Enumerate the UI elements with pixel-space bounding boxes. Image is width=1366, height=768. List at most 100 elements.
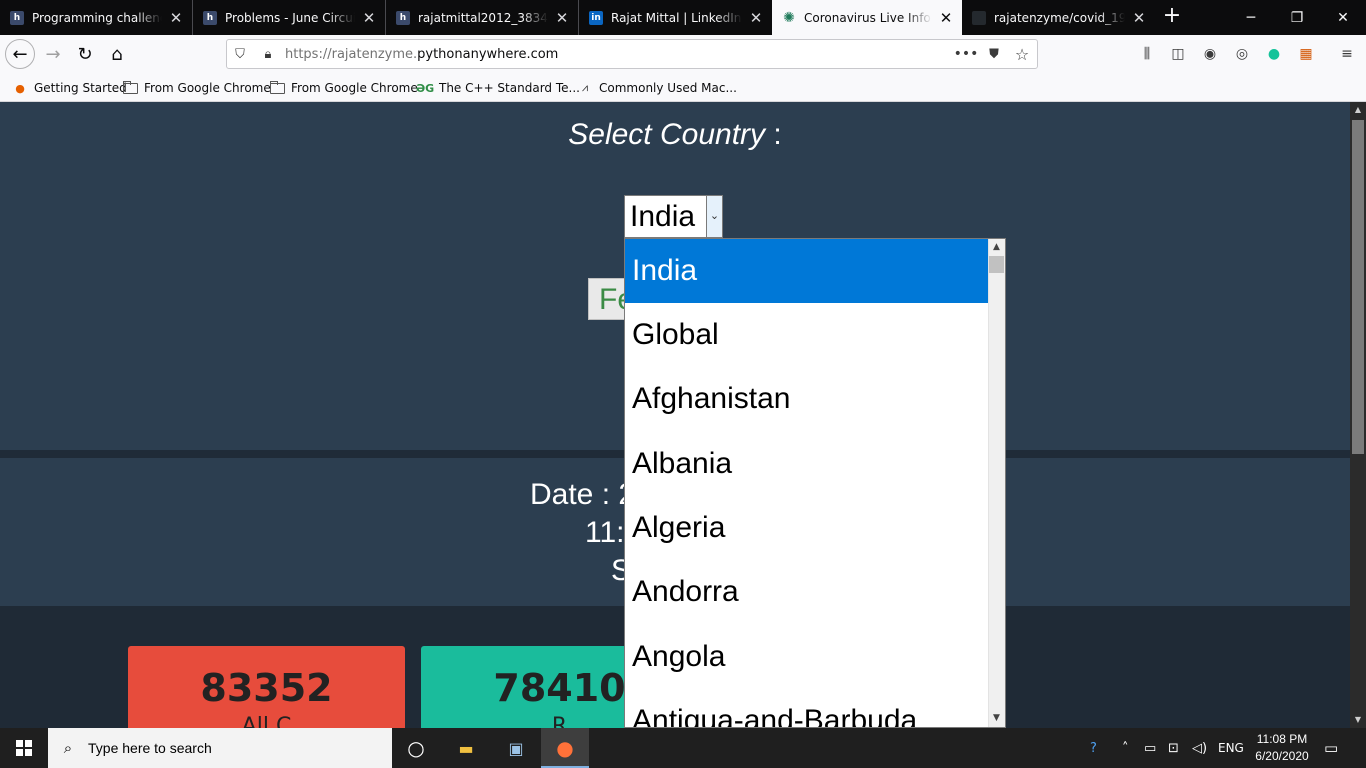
option-antigua-and-barbuda[interactable]: Antigua-and-Barbuda [625, 689, 989, 727]
battery-icon[interactable]: ▭ [1144, 739, 1156, 757]
tab-june-circuits[interactable]: h Problems - June Circuits ✕ [193, 0, 386, 35]
new-tab-button[interactable]: + [1160, 5, 1184, 29]
navigation-toolbar: ← → ↻ ⌂ ⛉ 🔒︎ https://rajatenzyme.pythona… [0, 35, 1366, 73]
sidebar-icon[interactable]: ◫ [1168, 44, 1188, 64]
dropdown-scrollbar[interactable]: ▲ ▼ [988, 239, 1005, 727]
close-icon[interactable]: ✕ [554, 9, 570, 27]
volume-icon[interactable]: ◁) [1192, 739, 1207, 757]
grammarly-icon[interactable]: ● [1264, 44, 1284, 64]
folder-icon [270, 80, 285, 94]
close-icon[interactable]: ✕ [938, 9, 954, 27]
bookmark-commonly-used[interactable]: ⩘ Commonly Used Mac... [577, 79, 737, 97]
taskbar-search[interactable]: ⌕ Type here to search [48, 728, 392, 768]
bookmark-label: Getting Started [34, 81, 127, 95]
option-india[interactable]: India [625, 239, 989, 303]
forward-button[interactable]: → [38, 39, 68, 69]
scroll-down-icon[interactable]: ▼ [988, 710, 1005, 727]
hackerearth-icon: h [10, 10, 24, 25]
time-text: 11: [585, 516, 625, 549]
bookmark-getting-started[interactable]: ● Getting Started [12, 79, 127, 97]
chevron-up-icon[interactable]: ˄ [1122, 739, 1129, 757]
extension-icon[interactable]: ◎ [1232, 44, 1252, 64]
date-text: Date : 2 [530, 478, 636, 511]
windows-logo-icon [16, 740, 32, 756]
url-bar[interactable]: ⛉ 🔒︎ https://rajatenzyme.pythonanywhere.… [226, 39, 1038, 69]
select-country-heading: Select Country : [0, 118, 1350, 152]
file-explorer-icon[interactable]: ▬ [442, 728, 490, 768]
restore-button[interactable]: ❐ [1274, 0, 1320, 35]
home-button[interactable]: ⌂ [102, 39, 132, 69]
remote-desktop-icon[interactable]: ▣ [492, 728, 540, 768]
back-button[interactable]: ← [5, 39, 35, 69]
bookmark-label: Commonly Used Mac... [599, 81, 737, 95]
page-scrollbar[interactable]: ▲ ▼ [1350, 102, 1366, 728]
url-domain: pythonanywhere.com [417, 47, 559, 62]
language-indicator[interactable]: ENG [1218, 739, 1244, 757]
tab-title: Programming challenges [32, 10, 162, 25]
bookmark-folder-chrome-1[interactable]: From Google Chrome [123, 79, 271, 97]
select-heading-text: Select Country [568, 118, 766, 151]
page-actions-icon[interactable]: ••• [954, 45, 979, 63]
tab-rajatmittal-profile[interactable]: h rajatmittal2012_3834 - Br ✕ [386, 0, 579, 35]
total-cases-card: 83352 All C [128, 646, 405, 739]
help-icon[interactable]: ? [1090, 739, 1097, 757]
search-placeholder: Type here to search [88, 740, 212, 756]
lock-icon[interactable]: 🔒︎ [259, 45, 277, 63]
close-icon[interactable]: ✕ [748, 9, 764, 27]
pocket-icon[interactable]: ⛊ [985, 45, 1003, 63]
tab-title: Rajat Mittal | LinkedIn [611, 10, 742, 25]
library-icon[interactable]: ⫼ [1137, 44, 1157, 64]
scroll-up-icon[interactable]: ▲ [988, 239, 1005, 256]
page-scroll-thumb[interactable] [1352, 120, 1364, 454]
scroll-up-icon[interactable]: ▲ [1350, 102, 1366, 118]
option-albania[interactable]: Albania [625, 432, 989, 496]
scroll-down-icon[interactable]: ▼ [1350, 712, 1366, 728]
chart-icon: ⩘ [581, 81, 589, 94]
option-angola[interactable]: Angola [625, 625, 989, 689]
tab-programming-challenges[interactable]: h Programming challenges ✕ [0, 0, 193, 35]
bookmark-star-icon[interactable]: ☆ [1013, 45, 1031, 64]
option-algeria[interactable]: Algeria [625, 496, 989, 560]
start-button[interactable] [0, 728, 48, 768]
tab-linkedin[interactable]: in Rajat Mittal | LinkedIn ✕ [579, 0, 772, 35]
tab-title: rajatenzyme/covid_19_tra [994, 10, 1125, 25]
clock[interactable]: 11:08 PM 6/20/2020 [1248, 731, 1316, 765]
firefox-taskbar-icon[interactable]: ● [541, 728, 589, 768]
total-cases-value: 83352 [200, 666, 333, 710]
network-icon[interactable]: ⊡ [1168, 739, 1179, 757]
url-text[interactable]: https://rajatenzyme.pythonanywhere.com [285, 47, 558, 62]
menu-icon[interactable]: ≡ [1337, 44, 1357, 64]
clock-time: 11:08 PM [1256, 732, 1308, 746]
close-icon[interactable]: ✕ [168, 9, 184, 27]
bookmark-folder-chrome-2[interactable]: From Google Chrome [270, 79, 418, 97]
color-picker-icon[interactable]: ▦ [1296, 44, 1316, 64]
github-icon [972, 10, 986, 25]
chevron-down-icon[interactable]: ⌄ [706, 196, 722, 237]
tab-title: Coronavirus Live Info [804, 10, 931, 25]
close-icon[interactable]: ✕ [361, 9, 377, 27]
dropdown-scroll-thumb[interactable] [989, 256, 1004, 273]
gfg-icon: ƏG [415, 81, 435, 95]
shield-icon[interactable]: ⛉ [231, 45, 249, 63]
bookmark-cpp-standard[interactable]: ƏG The C++ Standard Te... [415, 79, 580, 97]
country-select[interactable]: India ⌄ [624, 195, 723, 238]
close-icon[interactable]: ✕ [1131, 9, 1147, 27]
option-afghanistan[interactable]: Afghanistan [625, 367, 989, 431]
hackerearth-icon: h [396, 10, 410, 25]
windows-taskbar: ⌕ Type here to search ○ ▬ ▣ ● ? ˄ ▭ ⊡ ◁)… [0, 728, 1366, 768]
reload-button[interactable]: ↻ [70, 39, 100, 69]
option-andorra[interactable]: Andorra [625, 560, 989, 624]
linkedin-icon: in [589, 10, 603, 25]
tab-coronavirus-live-info[interactable]: ✺ Coronavirus Live Info ✕ [772, 0, 962, 35]
minimize-button[interactable]: ─ [1228, 0, 1274, 35]
notifications-icon[interactable]: ▭ [1324, 739, 1338, 757]
virus-icon: ✺ [783, 9, 795, 26]
tab-github-repo[interactable]: rajatenzyme/covid_19_tra ✕ [962, 0, 1155, 35]
select-heading-colon: : [773, 118, 782, 151]
bookmark-label: From Google Chrome [144, 81, 271, 95]
option-global[interactable]: Global [625, 303, 989, 367]
close-window-button[interactable]: ✕ [1320, 0, 1366, 35]
country-dropdown-list[interactable]: India Global Afghanistan Albania Algeria… [624, 238, 1006, 728]
task-view-button[interactable]: ○ [392, 728, 440, 768]
account-icon[interactable]: ◉ [1200, 44, 1220, 64]
